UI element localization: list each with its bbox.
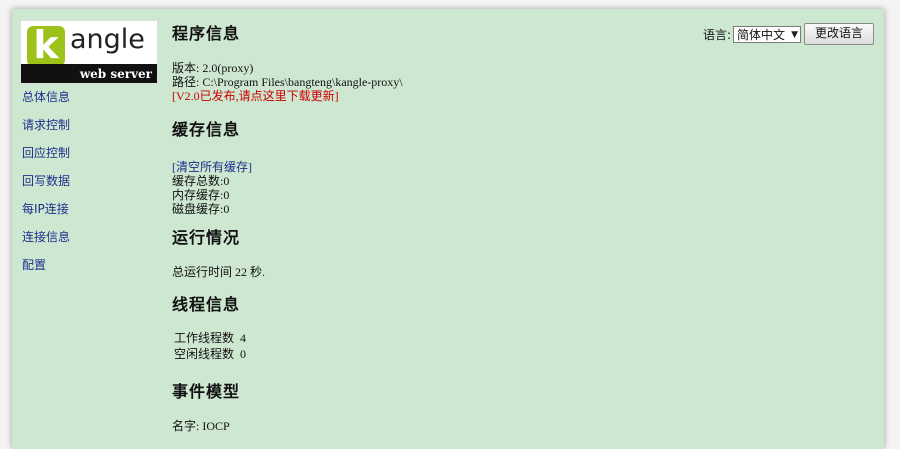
logo-k-icon: k (27, 26, 65, 66)
program-info-section: 程序信息 版本: 2.0(proxy) 路径: C:\Program Files… (172, 20, 403, 103)
program-info-title: 程序信息 (172, 24, 241, 43)
dropdown-arrow-icon: ▼ (791, 29, 798, 40)
cache-info-title: 缓存信息 (172, 120, 241, 139)
thread-label: 空闲线程数 (174, 347, 235, 361)
cache-memory: 内存缓存:0 (172, 188, 230, 202)
language-switcher: 语言: 简体中文 ▼ 更改语言 (703, 23, 874, 45)
uptime-text: 总运行时间 22 秒. (172, 265, 266, 279)
kangle-logo: k angle web server (20, 20, 158, 84)
path-text: 路径: C:\Program Files\bangteng\kangle-pro… (172, 75, 403, 89)
language-selected-value: 简体中文 (736, 27, 785, 42)
version-text: 版本: 2.0(proxy) (172, 61, 254, 75)
language-select[interactable]: 简体中文 ▼ (732, 25, 801, 43)
page-frame: k angle web server 总体信息 请求控制 回应控制 回写数据 每… (12, 9, 884, 449)
cache-disk: 磁盘缓存:0 (172, 202, 230, 216)
thread-value: 0 (240, 347, 247, 361)
thread-info-section: 线程信息 工作线程数 4 空闲线程数 0 (172, 291, 250, 362)
sidebar-nav: 总体信息 请求控制 回应控制 回写数据 每IP连接 连接信息 配置 (22, 89, 70, 285)
thread-label: 工作线程数 (174, 331, 235, 345)
sidebar-item-per-ip[interactable]: 每IP连接 (22, 201, 70, 229)
logo-word: angle (70, 24, 145, 55)
event-model-title: 事件模型 (172, 382, 241, 401)
language-label: 语言: (702, 27, 731, 42)
cache-info-section: 缓存信息 [清空所有缓存] 缓存总数:0 内存缓存:0 磁盘缓存:0 (172, 116, 252, 216)
thread-info-title: 线程信息 (172, 295, 241, 314)
clear-cache-link[interactable]: [清空所有缓存] (172, 160, 252, 174)
table-row: 空闲线程数 0 (172, 346, 250, 362)
runtime-section: 运行情况 总运行时间 22 秒. (172, 224, 265, 279)
logo-tagline: web server (79, 67, 152, 81)
thread-table: 工作线程数 4 空闲线程数 0 (172, 330, 250, 362)
event-model-section: 事件模型 名字: IOCP (172, 378, 240, 433)
event-model-name: 名字: IOCP (172, 419, 230, 433)
thread-value: 4 (240, 331, 247, 345)
table-row: 工作线程数 4 (172, 330, 250, 346)
update-link[interactable]: [V2.0已发布,请点这里下载更新] (172, 89, 403, 103)
sidebar-item-connections[interactable]: 连接信息 (22, 229, 70, 257)
sidebar-item-request-control[interactable]: 请求控制 (22, 117, 70, 145)
cache-total: 缓存总数:0 (172, 174, 230, 188)
change-language-button[interactable]: 更改语言 (803, 23, 874, 45)
sidebar-item-response-control[interactable]: 回应控制 (22, 145, 70, 173)
runtime-title: 运行情况 (172, 228, 241, 247)
sidebar-item-config[interactable]: 配置 (22, 257, 70, 285)
sidebar-item-summary[interactable]: 总体信息 (22, 89, 70, 117)
sidebar-item-writeback[interactable]: 回写数据 (22, 173, 70, 201)
